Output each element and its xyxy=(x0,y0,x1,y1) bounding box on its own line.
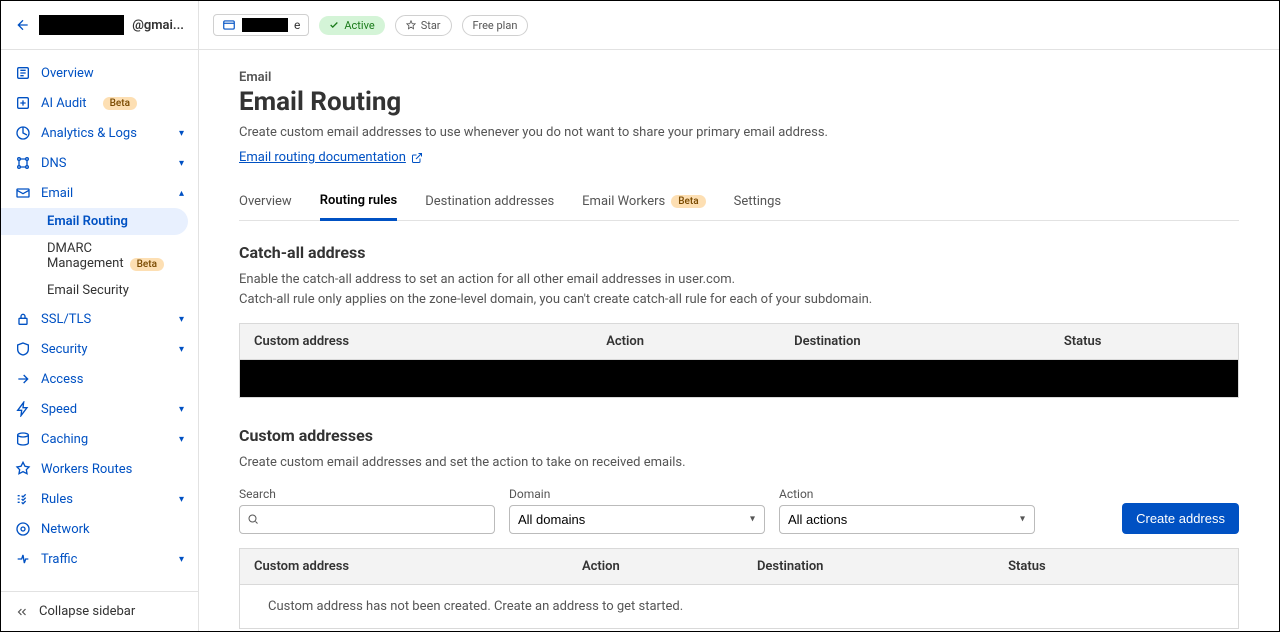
catchall-desc: Enable the catch-all address to set an a… xyxy=(239,270,1239,309)
search-icon xyxy=(247,513,259,525)
chevron-down-icon: ▾ xyxy=(179,554,184,565)
tab-overview[interactable]: Overview xyxy=(239,183,292,220)
ssl-tls-icon xyxy=(15,311,31,327)
chevron-down-icon: ▾ xyxy=(179,404,184,415)
col-custom-address: Custom address xyxy=(240,548,568,584)
catchall-heading: Catch-all address xyxy=(239,243,1239,262)
action-select[interactable]: All actions xyxy=(779,505,1035,534)
sidebar-header: @gmai... xyxy=(1,1,198,50)
chevron-down-icon: ▾ xyxy=(179,434,184,445)
email-icon xyxy=(15,185,31,201)
star-pill[interactable]: Star xyxy=(395,15,452,36)
beta-badge: Beta xyxy=(130,258,164,271)
beta-badge: Beta xyxy=(103,97,137,110)
status-active-pill: Active xyxy=(319,16,384,35)
col-status: Status xyxy=(1050,324,1239,360)
sidebar-item-dns[interactable]: DNS▾ xyxy=(1,148,198,178)
domain-redacted xyxy=(242,18,288,32)
workers-routes-icon xyxy=(15,461,31,477)
col-status: Status xyxy=(994,548,1168,584)
globe-icon xyxy=(222,18,236,32)
action-label: Action xyxy=(779,487,1035,501)
sidebar: @gmai... OverviewAI AuditBetaAnalytics &… xyxy=(1,1,199,631)
col-custom-address: Custom address xyxy=(240,324,593,360)
network-icon xyxy=(15,521,31,537)
sidebar-item-analytics-logs[interactable]: Analytics & Logs▾ xyxy=(1,118,198,148)
sidebar-item-workers-routes[interactable]: Workers Routes xyxy=(1,454,198,484)
custom-desc: Create custom email addresses and set th… xyxy=(239,453,1239,473)
caching-icon xyxy=(15,431,31,447)
star-icon xyxy=(406,20,416,30)
analytics-logs-icon xyxy=(15,125,31,141)
sidebar-nav: OverviewAI AuditBetaAnalytics & Logs▾DNS… xyxy=(1,50,198,591)
tab-destination-addresses[interactable]: Destination addresses xyxy=(425,183,554,220)
chevron-up-icon: ▴ xyxy=(179,188,184,199)
custom-heading: Custom addresses xyxy=(239,426,1239,445)
access-icon xyxy=(15,371,31,387)
collapse-sidebar[interactable]: Collapse sidebar xyxy=(1,591,198,631)
sidebar-item-access[interactable]: Access xyxy=(1,364,198,394)
security-icon xyxy=(15,341,31,357)
domain-label: Domain xyxy=(509,487,765,501)
catchall-row-redacted xyxy=(240,360,1239,398)
sidebar-item-caching[interactable]: Caching▾ xyxy=(1,424,198,454)
chevron-down-icon: ▾ xyxy=(179,344,184,355)
chevron-down-icon: ▾ xyxy=(179,314,184,325)
sidebar-item-network[interactable]: Network xyxy=(1,514,198,544)
overview-icon xyxy=(15,65,31,81)
collapse-icon xyxy=(15,605,29,619)
documentation-link[interactable]: Email routing documentation xyxy=(239,150,423,165)
sidebar-item-overview[interactable]: Overview xyxy=(1,58,198,88)
check-icon xyxy=(329,20,339,30)
col-action: Action xyxy=(568,548,743,584)
catchall-table: Custom addressActionDestinationStatus xyxy=(239,323,1239,398)
account-suffix: @gmai... xyxy=(132,18,184,33)
breadcrumb: Email xyxy=(239,70,1239,85)
custom-empty-row: Custom address has not been created. Cre… xyxy=(240,584,1239,628)
create-address-button[interactable]: Create address xyxy=(1122,503,1239,534)
sidebar-item-ai-audit[interactable]: AI AuditBeta xyxy=(1,88,198,118)
sidebar-item-security[interactable]: Security▾ xyxy=(1,334,198,364)
sidebar-item-email[interactable]: Email▴ xyxy=(1,178,198,208)
custom-table: Custom addressActionDestinationStatus Cu… xyxy=(239,548,1239,629)
sidebar-item-ssl-tls[interactable]: SSL/TLS▾ xyxy=(1,304,198,334)
sidebar-item-speed[interactable]: Speed▾ xyxy=(1,394,198,424)
main: e Active Star Free plan Email Email Rout… xyxy=(199,1,1279,631)
topbar: e Active Star Free plan xyxy=(199,1,1279,50)
tabs: Overview Routing rules Destination address… xyxy=(239,183,1239,221)
filters: Search Domain All domains Action xyxy=(239,487,1239,534)
external-link-icon xyxy=(411,152,423,164)
chevron-down-icon: ▾ xyxy=(179,494,184,505)
page-title: Email Routing xyxy=(239,87,1239,117)
tab-routing-rules[interactable]: Routing rules xyxy=(320,183,398,221)
page-subtitle: Create custom email addresses to use whe… xyxy=(239,125,1239,140)
chevron-down-icon: ▾ xyxy=(179,128,184,139)
tab-email-workers[interactable]: Email WorkersBeta xyxy=(582,183,705,220)
domain-select[interactable]: All domains xyxy=(509,505,765,534)
plan-pill[interactable]: Free plan xyxy=(462,15,529,36)
back-arrow-icon[interactable] xyxy=(15,17,31,33)
search-input[interactable] xyxy=(239,505,495,534)
ai-audit-icon xyxy=(15,95,31,111)
content: Email Email Routing Create custom email … xyxy=(199,50,1279,631)
sidebar-item-rules[interactable]: Rules▾ xyxy=(1,484,198,514)
col-destination: Destination xyxy=(780,324,1050,360)
speed-icon xyxy=(15,401,31,417)
sidebar-subitem-email-routing[interactable]: Email Routing xyxy=(1,208,188,235)
rules-icon xyxy=(15,491,31,507)
sidebar-item-traffic[interactable]: Traffic▾ xyxy=(1,544,198,574)
col-destination: Destination xyxy=(743,548,994,584)
traffic-icon xyxy=(15,551,31,567)
account-redacted xyxy=(39,15,124,35)
search-label: Search xyxy=(239,487,495,501)
domain-chip[interactable]: e xyxy=(213,14,309,36)
col-action: Action xyxy=(592,324,780,360)
tab-settings[interactable]: Settings xyxy=(734,183,781,220)
dns-icon xyxy=(15,155,31,171)
chevron-down-icon: ▾ xyxy=(179,158,184,169)
beta-badge: Beta xyxy=(671,195,705,208)
sidebar-subitem-email-security[interactable]: Email Security xyxy=(1,277,198,304)
sidebar-subitem-dmarc-management[interactable]: DMARC ManagementBeta xyxy=(1,235,198,277)
col-actions xyxy=(1169,548,1239,584)
